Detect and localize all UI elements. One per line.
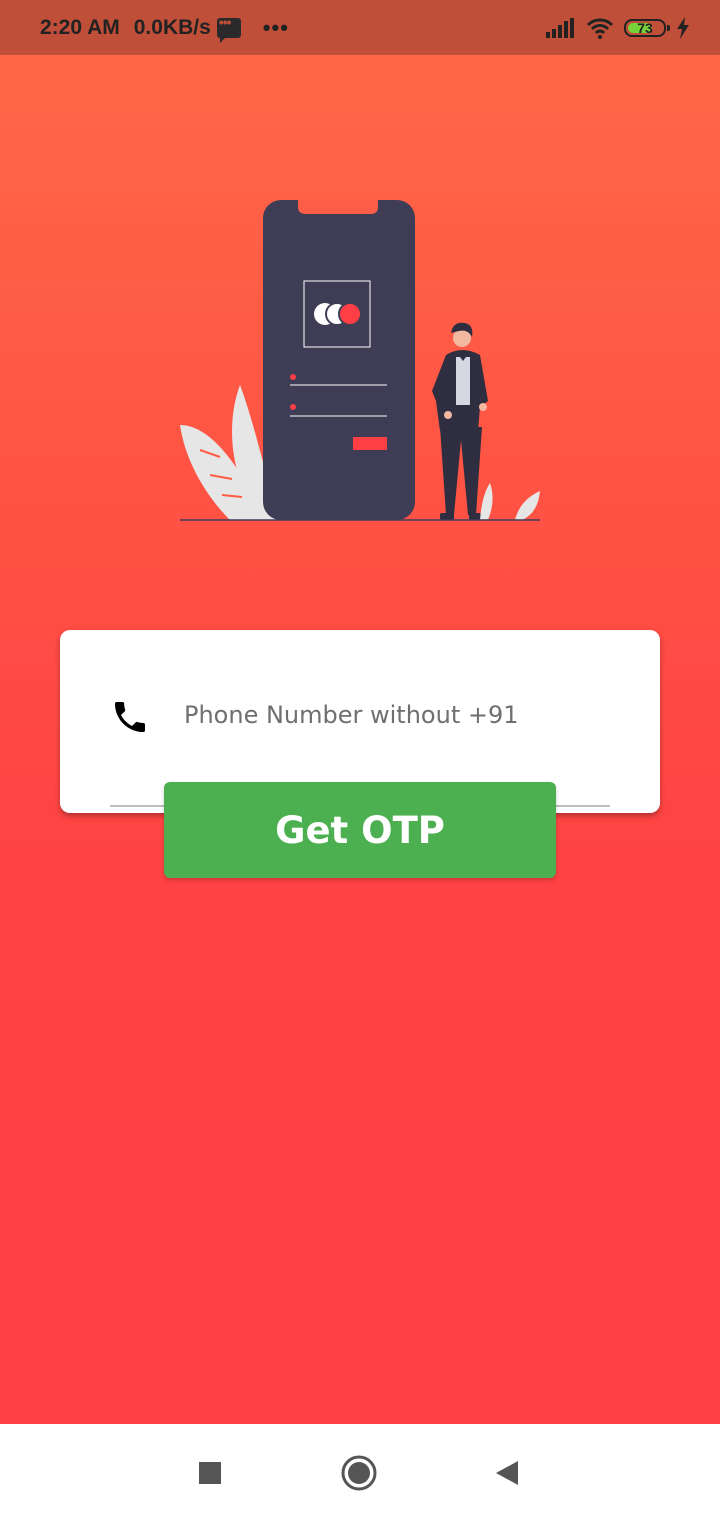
message-icon [216,14,241,43]
battery-level: 73 [637,19,653,36]
status-bar: 2:20 AM 0.0KB/s ••• 73 [0,0,720,55]
back-button[interactable] [482,1448,532,1498]
signal-icon [546,17,574,38]
back-triangle-icon [496,1461,518,1485]
recents-button[interactable] [185,1448,235,1498]
network-speed: 0.0KB/s [133,15,211,39]
status-time: 2:20 AM [40,15,120,39]
status-right: 73 [546,0,690,55]
charging-icon [677,16,689,39]
get-otp-button[interactable]: Get OTP [164,782,556,878]
navigation-bar [0,1424,720,1520]
leaf-right [515,491,540,520]
leaf-right-small [480,483,493,520]
home-button[interactable] [334,1448,384,1498]
screen: 2:20 AM 0.0KB/s ••• 73 [0,0,720,1520]
phone-icon [115,702,145,732]
illustration-person [432,322,488,520]
login-illustration [180,200,540,521]
main-content: Get OTP [0,55,720,1424]
more-notifications-icon: ••• [262,14,289,40]
circle-icon [341,1455,377,1491]
phone-number-input[interactable] [184,690,624,740]
battery-icon: 73 [624,18,670,37]
square-icon [199,1462,221,1484]
wifi-icon [586,18,614,39]
status-left: 2:20 AM 0.0KB/s ••• [40,0,289,55]
illustration-phone [263,200,415,520]
